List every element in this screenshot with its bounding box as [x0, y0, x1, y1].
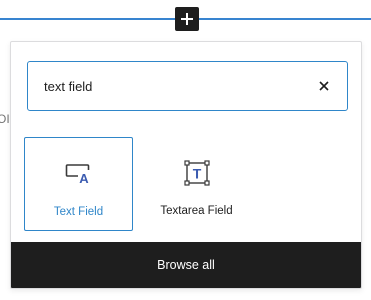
close-icon — [319, 81, 329, 91]
svg-text:T: T — [192, 166, 201, 182]
search-box — [27, 61, 348, 111]
block-result-text-field[interactable]: A Text Field — [24, 137, 133, 231]
textarea-field-icon: T — [183, 160, 210, 186]
insertion-line — [199, 18, 371, 20]
block-label: Textarea Field — [160, 205, 233, 217]
search-input[interactable] — [28, 62, 288, 110]
clear-search-button[interactable] — [315, 77, 333, 95]
browse-all-button[interactable]: Browse all — [11, 242, 361, 288]
insertion-line — [0, 18, 175, 20]
block-label: Text Field — [53, 206, 104, 218]
plus-icon — [181, 13, 193, 25]
background-text: OI — [0, 112, 10, 126]
text-field-icon: A — [65, 162, 93, 186]
block-inserter-popover: A Text Field T Textarea Field Browse all — [10, 41, 362, 289]
svg-text:A: A — [79, 171, 89, 186]
block-result-textarea-field[interactable]: T Textarea Field — [142, 137, 251, 231]
add-block-button[interactable] — [175, 7, 199, 31]
